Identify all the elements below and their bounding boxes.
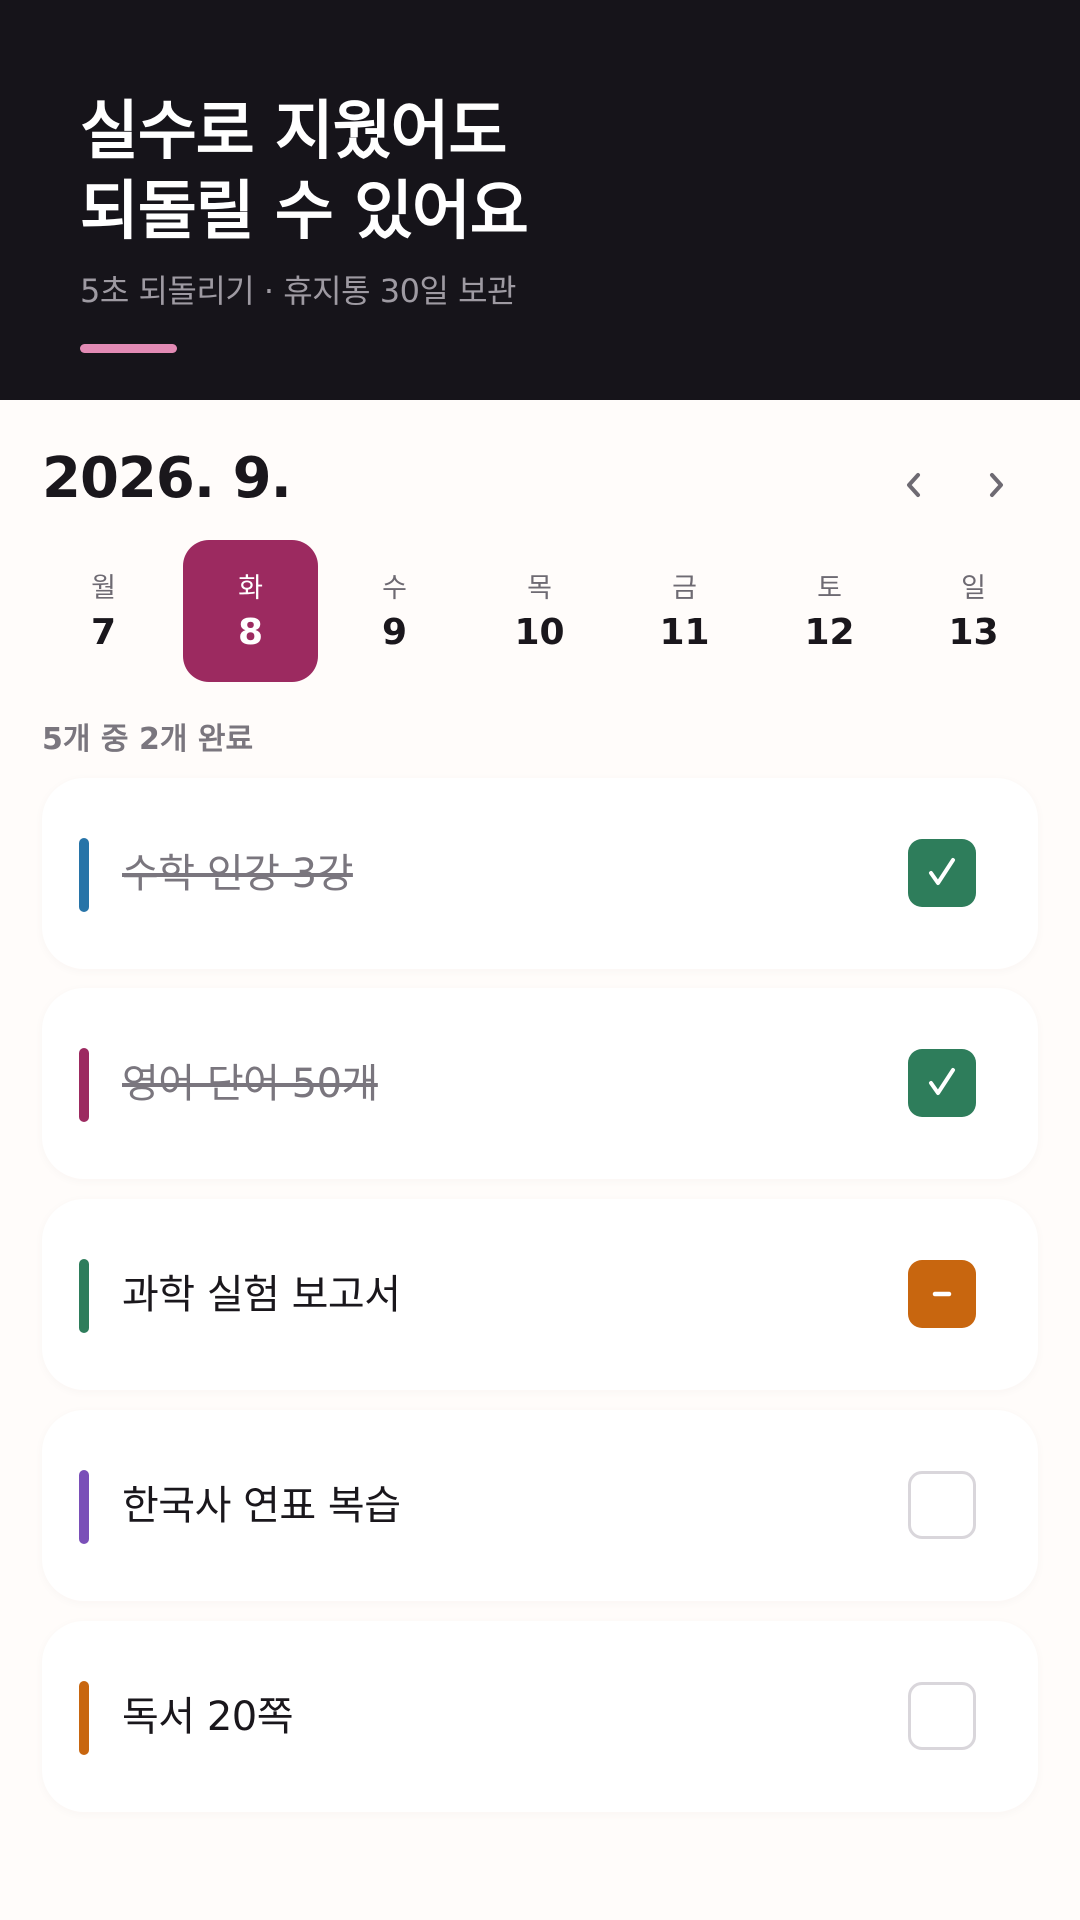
prev-week-button[interactable] [884,455,944,515]
day-number: 7 [90,612,117,653]
task-checkbox-checked[interactable] [908,1049,976,1117]
day-number: 12 [804,612,855,653]
day-9[interactable]: 수9 [327,540,462,682]
day-12[interactable]: 토 12 [762,540,897,682]
task-card[interactable]: 영어 단어 50개 [42,988,1038,1179]
task-title: 한국사 연표 복습 [122,1483,401,1529]
check-icon [929,1068,955,1095]
day-number: 9 [381,612,408,653]
day-of-week-label: 금 [672,573,697,604]
hero-banner: 실수로 지웠어도 되돌릴 수 있어요 5초 되돌리기 · 휴지통 30일 보관 [0,0,1080,400]
task-card[interactable]: 과학 실험 보고서 [42,1199,1038,1390]
day-number: 11 [659,612,710,653]
hero-title: 실수로 지웠어도 되돌릴 수 있어요 [80,92,529,252]
day-of-week-label: 화 [238,573,263,604]
next-week-button[interactable] [966,455,1026,515]
day-10[interactable]: 목 10 [472,540,607,682]
task-card[interactable]: 독서 20쪽 [42,1621,1038,1812]
chevron-right-icon [990,473,1003,497]
task-title: 수학 인강 3강 [122,851,353,897]
task-color-bar [79,1048,89,1122]
task-color-bar [79,1681,89,1755]
day-of-week-label: 월 [91,573,116,604]
month-label: 2026. 9. [42,446,292,511]
task-color-bar [79,1470,89,1544]
task-color-bar [79,1259,89,1333]
check-icon [929,858,955,885]
minus-icon [932,1291,952,1297]
task-title: 영어 단어 50개 [122,1061,378,1107]
week-strip: 월 7 화 8 수 9 목 10 금 11 토 12 일 13 [36,540,1046,684]
day-of-week-label: 수 [382,573,407,604]
progress-summary: 5개 중 2개 완료 [42,722,254,757]
task-checkbox-empty[interactable] [908,1471,976,1539]
day-13[interactable]: 일 13 [906,540,1041,682]
hero-title-line-1: 실수로 지웠어도 [80,95,507,169]
day-8[interactable]: 화8 [183,540,318,682]
task-color-bar [79,838,89,912]
day-7[interactable]: 월7 [36,540,171,682]
task-title: 과학 실험 보고서 [122,1272,401,1318]
hero-subtitle: 5초 되돌리기 · 휴지통 30일 보관 [80,272,516,310]
task-checkbox-checked[interactable] [908,839,976,907]
task-checkbox-partial[interactable] [908,1260,976,1328]
task-checkbox-empty[interactable] [908,1682,976,1750]
task-card[interactable]: 수학 인강 3강 [42,778,1038,969]
day-of-week-label: 토 [817,573,842,604]
hero-title-line-2: 되돌릴 수 있어요 [80,175,529,249]
day-number: 10 [514,612,565,653]
task-title: 독서 20쪽 [122,1694,294,1740]
day-of-week-label: 일 [961,573,986,604]
chevron-left-icon [907,473,920,497]
hero-accent-bar [80,344,177,353]
day-number: 13 [948,612,999,653]
day-number: 8 [237,612,264,653]
day-11[interactable]: 금 11 [617,540,752,682]
task-card[interactable]: 한국사 연표 복습 [42,1410,1038,1601]
day-of-week-label: 목 [527,573,552,604]
